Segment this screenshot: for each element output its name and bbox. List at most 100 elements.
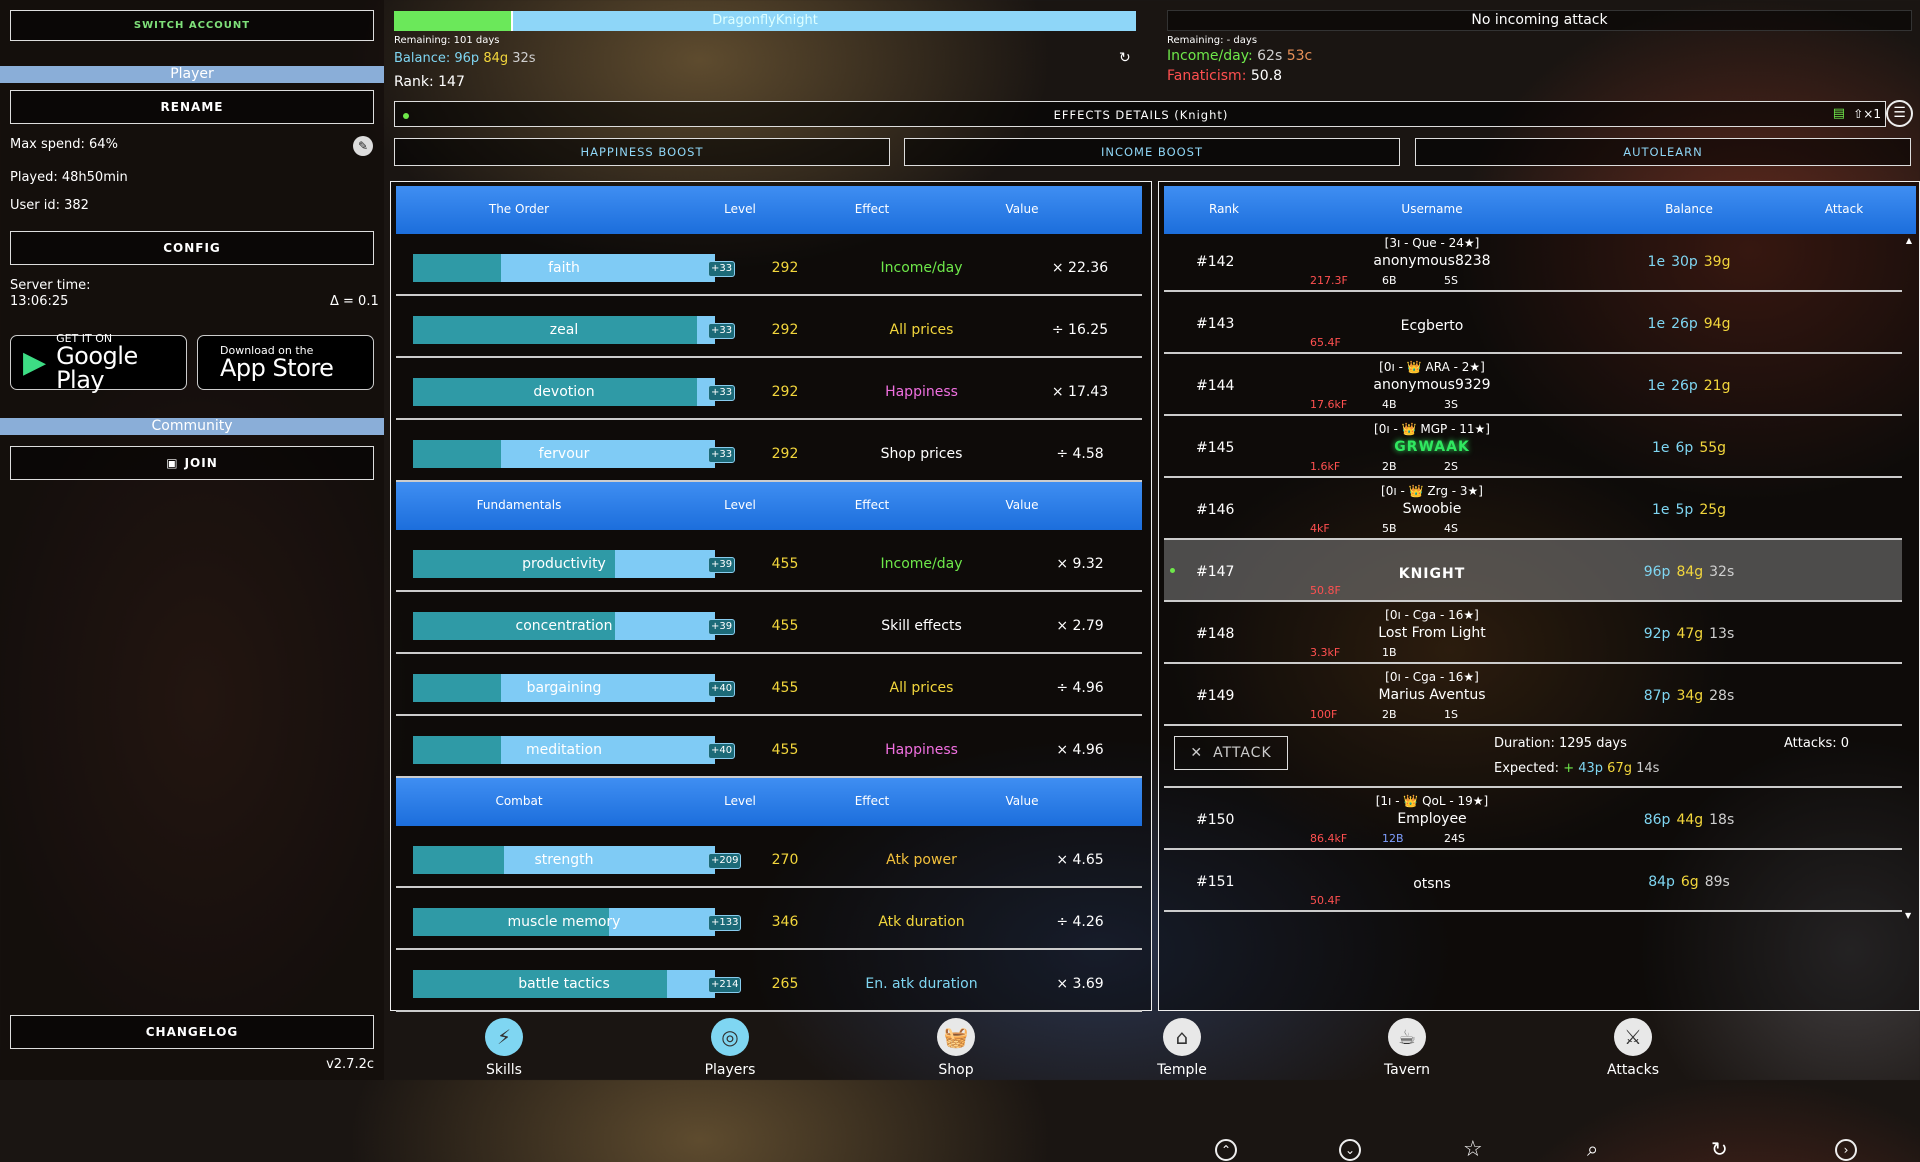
refresh-icon[interactable]: ↻: [1119, 50, 1131, 66]
player-guild-tag: [0ı - 👑 ARA - 2★]: [1379, 360, 1485, 374]
balance-part: 86p: [1643, 812, 1671, 828]
player-username[interactable]: GRWAAK: [1304, 439, 1560, 455]
switch-account-button[interactable]: SWITCH ACCOUNT: [10, 10, 374, 41]
nav-tavern[interactable]: ☕ Tavern: [1367, 1018, 1447, 1078]
player-username[interactable]: anonymous9329: [1304, 377, 1560, 393]
skill-bar[interactable]: devotion +33: [413, 378, 736, 406]
happiness-boost-button[interactable]: HAPPINESS BOOST: [394, 138, 890, 166]
skills-section-header: Combat Level Effect Value: [396, 778, 1142, 826]
nav-shop[interactable]: 🧺 Shop: [916, 1018, 996, 1078]
player-balance: 1e 30p 39g: [1539, 254, 1839, 270]
player-row[interactable]: #151 otsns 50.4F 84p 6g 89s: [1164, 850, 1902, 912]
scroll-top-icon[interactable]: ⌃: [1215, 1139, 1237, 1161]
skill-row[interactable]: meditation +40 455 Happiness × 4.96: [396, 716, 1142, 778]
remaining-days-text: Remaining: 101 days: [394, 35, 500, 46]
player-row[interactable]: #150 [1ı - 👑 QoL - 19★] Employee 86.4kF 12B 2…: [1164, 788, 1902, 850]
player-fanaticism: 17.6kF: [1310, 398, 1348, 411]
player-row[interactable]: #144 [0ı - 👑 ARA - 2★] anonymous9329 17.6kF…: [1164, 354, 1902, 416]
nav-skills[interactable]: ⚡ Skills: [464, 1018, 544, 1078]
skill-name: faith: [548, 260, 580, 276]
balance-part: 26p: [1671, 378, 1698, 394]
col-username: Username: [1401, 202, 1463, 216]
google-play-bottom-text: Google Play: [56, 342, 138, 394]
nav-attacks[interactable]: ⚔ Attacks: [1593, 1018, 1673, 1078]
app-store-badge[interactable]: Download on the App Store: [197, 335, 374, 390]
skill-row[interactable]: battle tactics +214 265 En. atk duration × 3…: [396, 950, 1142, 1012]
effects-details-bar[interactable]: EFFECTS DETAILS (Knight) ▤ ⇧×1: [394, 101, 1886, 127]
player-username[interactable]: Swoobie: [1304, 501, 1560, 517]
skill-bar[interactable]: meditation +40: [413, 736, 736, 764]
player-s-stat: 4S: [1444, 522, 1458, 535]
nav-players[interactable]: ◎ Players: [690, 1018, 770, 1078]
player-row[interactable]: #148 [0ı - Cga - 16★] Lost From Light 3.3kF…: [1164, 602, 1902, 664]
player-balance: 96p 84g 32s: [1539, 564, 1839, 580]
skill-bonus-badge: +40: [708, 743, 736, 759]
rename-button[interactable]: RENAME: [10, 90, 374, 124]
skill-row[interactable]: strength +209 270 Atk power × 4.65: [396, 826, 1142, 888]
leaderboard-list[interactable]: #142 [3ı - Que - 24★] anonymous8238 217.3F 6…: [1159, 236, 1911, 920]
favorite-icon[interactable]: ☆: [1463, 1137, 1483, 1162]
skill-row[interactable]: productivity +39 455 Income/day × 9.32: [396, 530, 1142, 592]
skill-row[interactable]: muscle memory +133 346 Atk duration ÷ 4.26: [396, 888, 1142, 950]
player-name: DragonflyKnight: [712, 13, 818, 28]
skill-bar[interactable]: battle tactics +214: [413, 970, 742, 998]
join-button[interactable]: ▣ JOIN: [10, 446, 374, 480]
player-row[interactable]: #145 [0ı - 👑 MGP - 11★] GRWAAK 1.6kF 2B 2S 1e 6…: [1164, 416, 1902, 478]
scrollbar-arrow-down[interactable]: ▼: [1905, 911, 1911, 920]
skill-bar[interactable]: strength +209: [413, 846, 742, 874]
scrollbar[interactable]: ▲ ▼: [1905, 236, 1913, 920]
player-rank: #151: [1196, 874, 1235, 890]
skill-value: ÷ 16.25: [1051, 322, 1109, 338]
skill-bonus-badge: +33: [708, 447, 736, 463]
player-username[interactable]: Employee: [1304, 811, 1560, 827]
player-username[interactable]: Lost From Light: [1304, 625, 1560, 641]
player-s-stat: 1S: [1444, 708, 1458, 721]
balance-part: 47g: [1676, 626, 1704, 642]
skill-row[interactable]: zeal +33 292 All prices ÷ 16.25: [396, 296, 1142, 358]
player-username[interactable]: Ecgberto: [1304, 318, 1560, 334]
skill-bar[interactable]: zeal +33: [413, 316, 736, 344]
skill-bar[interactable]: productivity +39: [413, 550, 736, 578]
skill-bar[interactable]: muscle memory +133: [413, 908, 742, 936]
scrollbar-arrow-up[interactable]: ▲: [1905, 236, 1913, 245]
skill-bar[interactable]: bargaining +40: [413, 674, 736, 702]
player-rank: #148: [1196, 626, 1235, 642]
skill-row[interactable]: concentration +39 455 Skill effects × 2.79: [396, 592, 1142, 654]
skill-bar[interactable]: concentration +39: [413, 612, 736, 640]
changelog-button[interactable]: CHANGELOG: [10, 1015, 374, 1049]
player-row[interactable]: #142 [3ı - Que - 24★] anonymous8238 217.3F 6…: [1164, 236, 1902, 292]
skill-row[interactable]: bargaining +40 455 All prices ÷ 4.96: [396, 654, 1142, 716]
next-page-icon[interactable]: ›: [1835, 1139, 1857, 1161]
scroll-down-icon[interactable]: ⌄: [1339, 1139, 1361, 1161]
player-row[interactable]: #147 KNIGHT 50.8F 96p 84g 32s: [1164, 540, 1902, 602]
skill-bar[interactable]: fervour +33: [413, 440, 736, 468]
player-row[interactable]: #149 [0ı - Cga - 16★] Marius Aventus 100F 2B…: [1164, 664, 1902, 726]
nav-temple[interactable]: ⌂ Temple: [1142, 1018, 1222, 1078]
skill-bonus-badge: +40: [708, 681, 736, 697]
player-username[interactable]: anonymous8238: [1304, 253, 1560, 269]
fanaticism-value: 50.8: [1250, 68, 1283, 84]
google-play-badge[interactable]: ▶ GET IT ON Google Play: [10, 333, 187, 394]
attack-button[interactable]: ✕ ATTACK: [1174, 736, 1288, 770]
player-username[interactable]: KNIGHT: [1304, 566, 1560, 582]
player-username[interactable]: Marius Aventus: [1304, 687, 1560, 703]
autolearn-button[interactable]: AUTOLEARN: [1415, 138, 1911, 166]
refresh-list-icon[interactable]: ↻: [1711, 1137, 1728, 1161]
player-username[interactable]: otsns: [1304, 876, 1560, 892]
balance-part: 25g: [1699, 502, 1727, 518]
skill-effect: En. atk duration: [865, 976, 978, 992]
search-icon[interactable]: ⌕: [1587, 1137, 1598, 1161]
config-button[interactable]: CONFIG: [10, 231, 374, 265]
table-view-icon[interactable]: ☰: [1886, 100, 1913, 127]
skill-bar[interactable]: faith +33: [413, 254, 736, 282]
attack-panel: ✕ ATTACK Duration: 1295 days Attacks: 0 Expe…: [1164, 726, 1902, 788]
skill-row[interactable]: faith +33 292 Income/day × 22.36: [396, 234, 1142, 296]
balance-part: 32s: [1709, 564, 1735, 580]
skill-row[interactable]: devotion +33 292 Happiness × 17.43: [396, 358, 1142, 420]
income-boost-button[interactable]: INCOME BOOST: [904, 138, 1400, 166]
skill-row[interactable]: fervour +33 292 Shop prices ÷ 4.58: [396, 420, 1142, 482]
player-b-stat: 4B: [1382, 398, 1397, 411]
edit-icon[interactable]: ✎: [353, 136, 373, 156]
player-row[interactable]: #146 [0ı - 👑 Zrg - 3★] Swoobie 4kF 5B 4S 1e 5p 2…: [1164, 478, 1902, 540]
player-row[interactable]: #143 Ecgberto 65.4F 1e 26p 94g: [1164, 292, 1902, 354]
